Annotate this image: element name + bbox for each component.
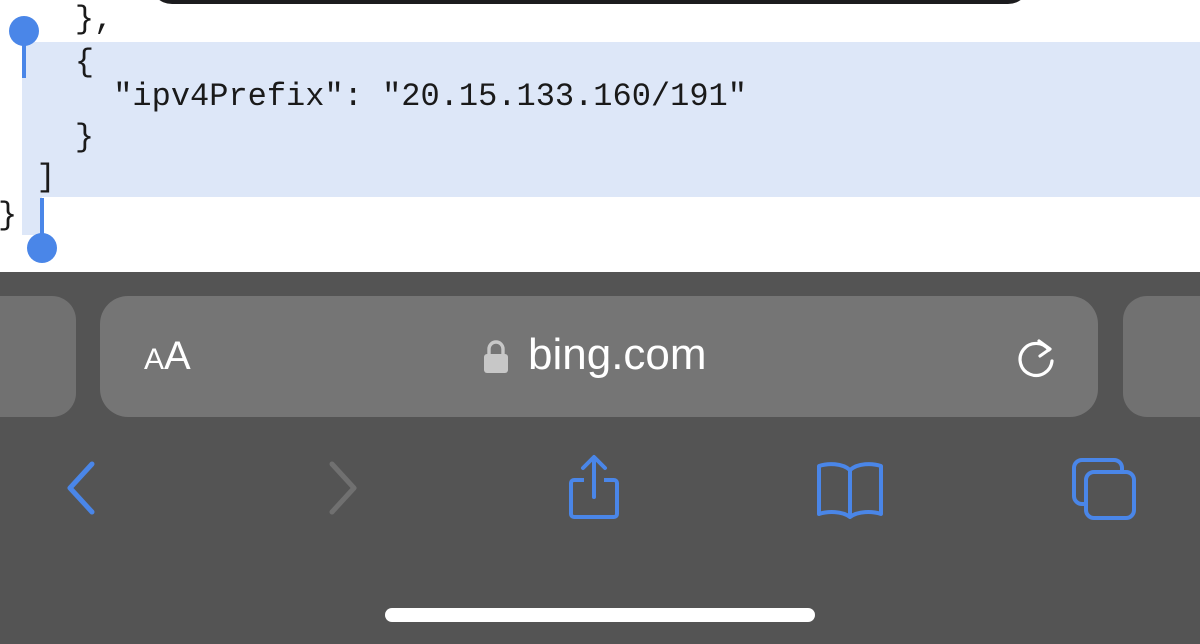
text-size-small-label: A bbox=[144, 343, 165, 376]
selection-end-handle-line[interactable] bbox=[40, 198, 44, 238]
reload-icon[interactable] bbox=[1012, 334, 1062, 389]
home-indicator[interactable] bbox=[385, 608, 815, 622]
code-line: } bbox=[0, 196, 17, 236]
book-icon[interactable] bbox=[814, 460, 886, 525]
text-selection-highlight-end bbox=[22, 197, 42, 235]
chevron-left-icon[interactable] bbox=[62, 458, 102, 523]
text-size-large-label: A bbox=[164, 334, 191, 378]
text-selection-highlight bbox=[22, 42, 1200, 197]
address-bar[interactable]: A A bing.com bbox=[100, 296, 1098, 417]
code-line: } bbox=[0, 119, 95, 156]
page-content: }, { "ipv4Prefix": "20.15.133.160/191" }… bbox=[0, 0, 1200, 272]
share-icon[interactable] bbox=[562, 452, 626, 529]
selection-start-handle[interactable] bbox=[9, 16, 39, 46]
url-text[interactable]: bing.com bbox=[528, 329, 707, 381]
chevron-right-icon[interactable] bbox=[324, 458, 364, 523]
lock-icon bbox=[482, 339, 510, 380]
previous-tab-peek[interactable] bbox=[0, 296, 76, 417]
code-line: ] bbox=[0, 159, 56, 196]
code-line: "ipv4Prefix": "20.15.133.160/191" bbox=[0, 78, 747, 115]
next-tab-peek[interactable] bbox=[1123, 296, 1200, 417]
page-format-button[interactable]: A A bbox=[144, 334, 191, 380]
selection-end-handle[interactable] bbox=[27, 233, 57, 263]
context-menu-popover[interactable] bbox=[150, 0, 1030, 4]
tabs-icon[interactable] bbox=[1068, 454, 1140, 529]
browser-toolbar: A A bing.com bbox=[0, 272, 1200, 644]
